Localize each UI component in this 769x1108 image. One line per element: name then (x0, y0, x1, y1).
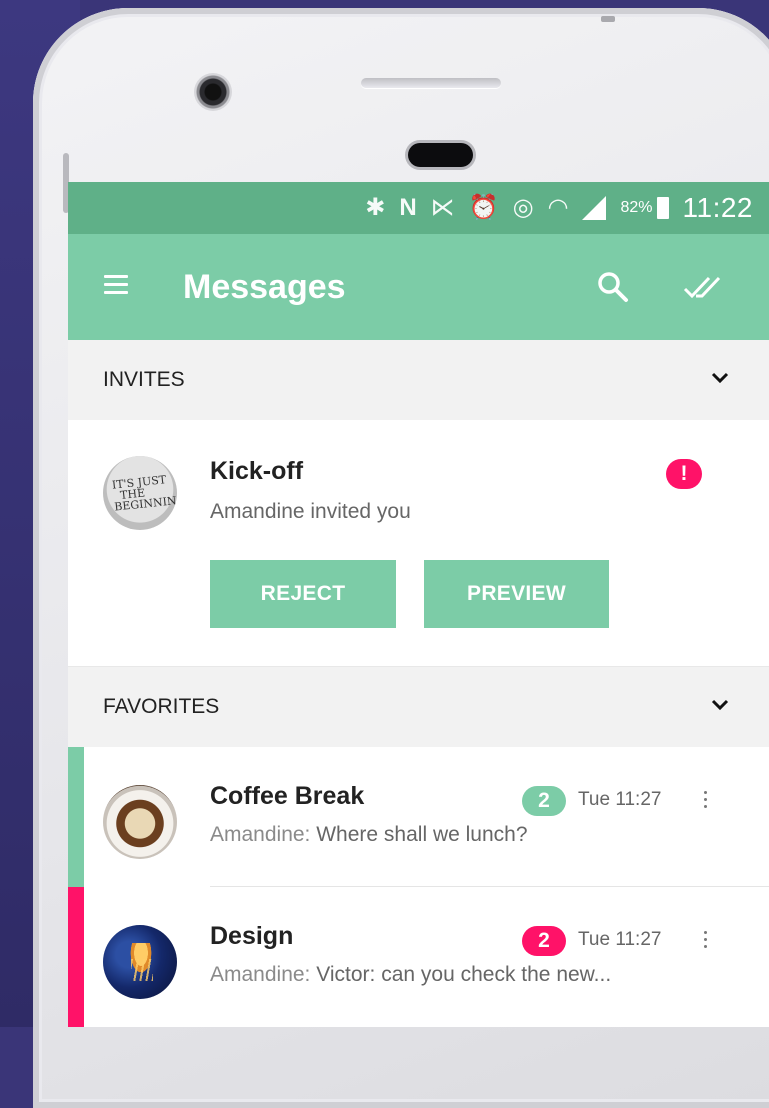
room-list-item[interactable]: Coffee Break 2 Tue 11:27 Amandine: Where… (68, 747, 769, 887)
front-camera (194, 73, 232, 111)
section-header-invites[interactable]: INVITES (68, 340, 769, 420)
room-list-item[interactable]: Design 2 Tue 11:27 Amandine: Victor: can… (68, 887, 769, 1027)
invite-card: IT'S JUST THE BEGINNING Kick-off Amandine… (68, 420, 769, 667)
cell-signal-icon (582, 196, 607, 220)
message-sender: Amandine: (210, 963, 311, 986)
proximity-sensor (361, 78, 501, 88)
room-name: Design (210, 922, 294, 950)
message-text: Where shall we lunch? (310, 823, 528, 846)
unread-count-badge: 2 (522, 786, 566, 816)
message-sender: Amandine: (210, 823, 311, 846)
more-options-icon[interactable] (704, 931, 708, 952)
room-accent-stripe (68, 747, 84, 887)
mute-icon: ⋉ (430, 194, 455, 221)
status-bar: ✱ N ⋉ ⏰ ◎ ◠ 82% 11:22 (68, 182, 769, 234)
section-label: INVITES (103, 368, 185, 391)
invite-subtitle: Amandine invited you (210, 500, 411, 523)
page-title: Messages (183, 268, 346, 306)
avatar: IT'S JUST THE BEGINNING (103, 456, 177, 530)
phone-top-notch (601, 16, 615, 22)
unread-count-badge: 2 (522, 926, 566, 956)
avatar-image (125, 943, 157, 983)
reject-button[interactable]: REJECT (210, 560, 396, 628)
room-timestamp: Tue 11:27 (578, 929, 662, 950)
avatar-image: IT'S JUST THE BEGINNING (111, 473, 177, 514)
room-accent-stripe (68, 887, 84, 1027)
bluetooth-icon: ✱ (365, 194, 386, 221)
avatar (103, 785, 177, 859)
menu-icon[interactable] (104, 275, 128, 295)
alarm-icon: ⏰ (468, 194, 499, 221)
room-timestamp: Tue 11:27 (578, 789, 662, 810)
avatar (103, 925, 177, 999)
wifi-icon: ◠ (547, 194, 569, 221)
nfc-icon: N (399, 194, 417, 221)
chevron-down-icon[interactable] (711, 372, 729, 384)
invite-title: Kick-off (210, 457, 304, 485)
more-options-icon[interactable] (704, 791, 708, 812)
preview-button[interactable]: PREVIEW (424, 560, 609, 628)
alert-badge: ! (666, 459, 702, 489)
section-header-favorites[interactable]: FAVORITES (68, 667, 769, 747)
room-name: Coffee Break (210, 782, 365, 810)
message-text: Victor: can you check the new... (310, 963, 612, 986)
section-label: FAVORITES (103, 695, 220, 718)
hotspot-icon: ◎ (512, 194, 534, 221)
room-last-message: Amandine: Victor: can you check the new.… (210, 963, 611, 987)
earpiece-speaker (408, 143, 473, 167)
search-icon[interactable] (596, 270, 630, 304)
battery-icon (656, 197, 669, 219)
status-time: 11:22 (682, 192, 753, 223)
app-screen: ✱ N ⋉ ⏰ ◎ ◠ 82% 11:22 Messages INVITES I… (68, 182, 769, 1027)
battery-percent: 82% (620, 199, 653, 216)
app-bar: Messages (68, 234, 769, 340)
chevron-down-icon[interactable] (711, 699, 729, 711)
mark-all-read-icon[interactable] (682, 270, 722, 304)
room-last-message: Amandine: Where shall we lunch? (210, 823, 528, 847)
